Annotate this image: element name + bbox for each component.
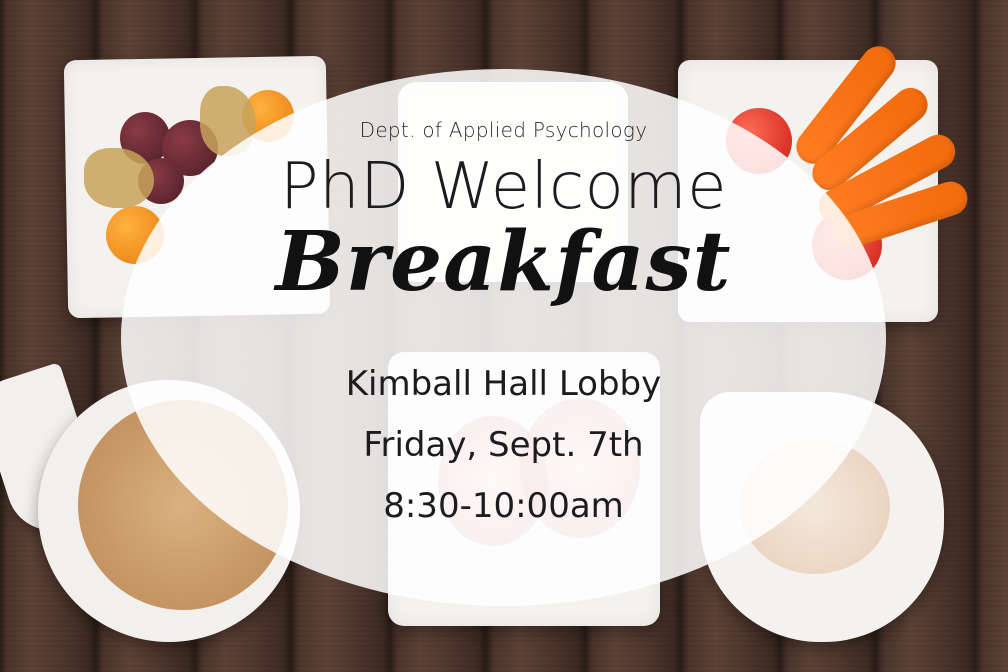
event-title-script: Breakfast <box>275 214 732 310</box>
event-location: Kimball Hall Lobby <box>345 364 662 404</box>
event-date: Friday, Sept. 7th <box>363 425 644 465</box>
department-label: Dept. of Applied Psychology <box>359 118 648 142</box>
event-time: 8:30-10:00am <box>383 486 624 526</box>
event-title: PhD Welcome <box>279 150 728 224</box>
